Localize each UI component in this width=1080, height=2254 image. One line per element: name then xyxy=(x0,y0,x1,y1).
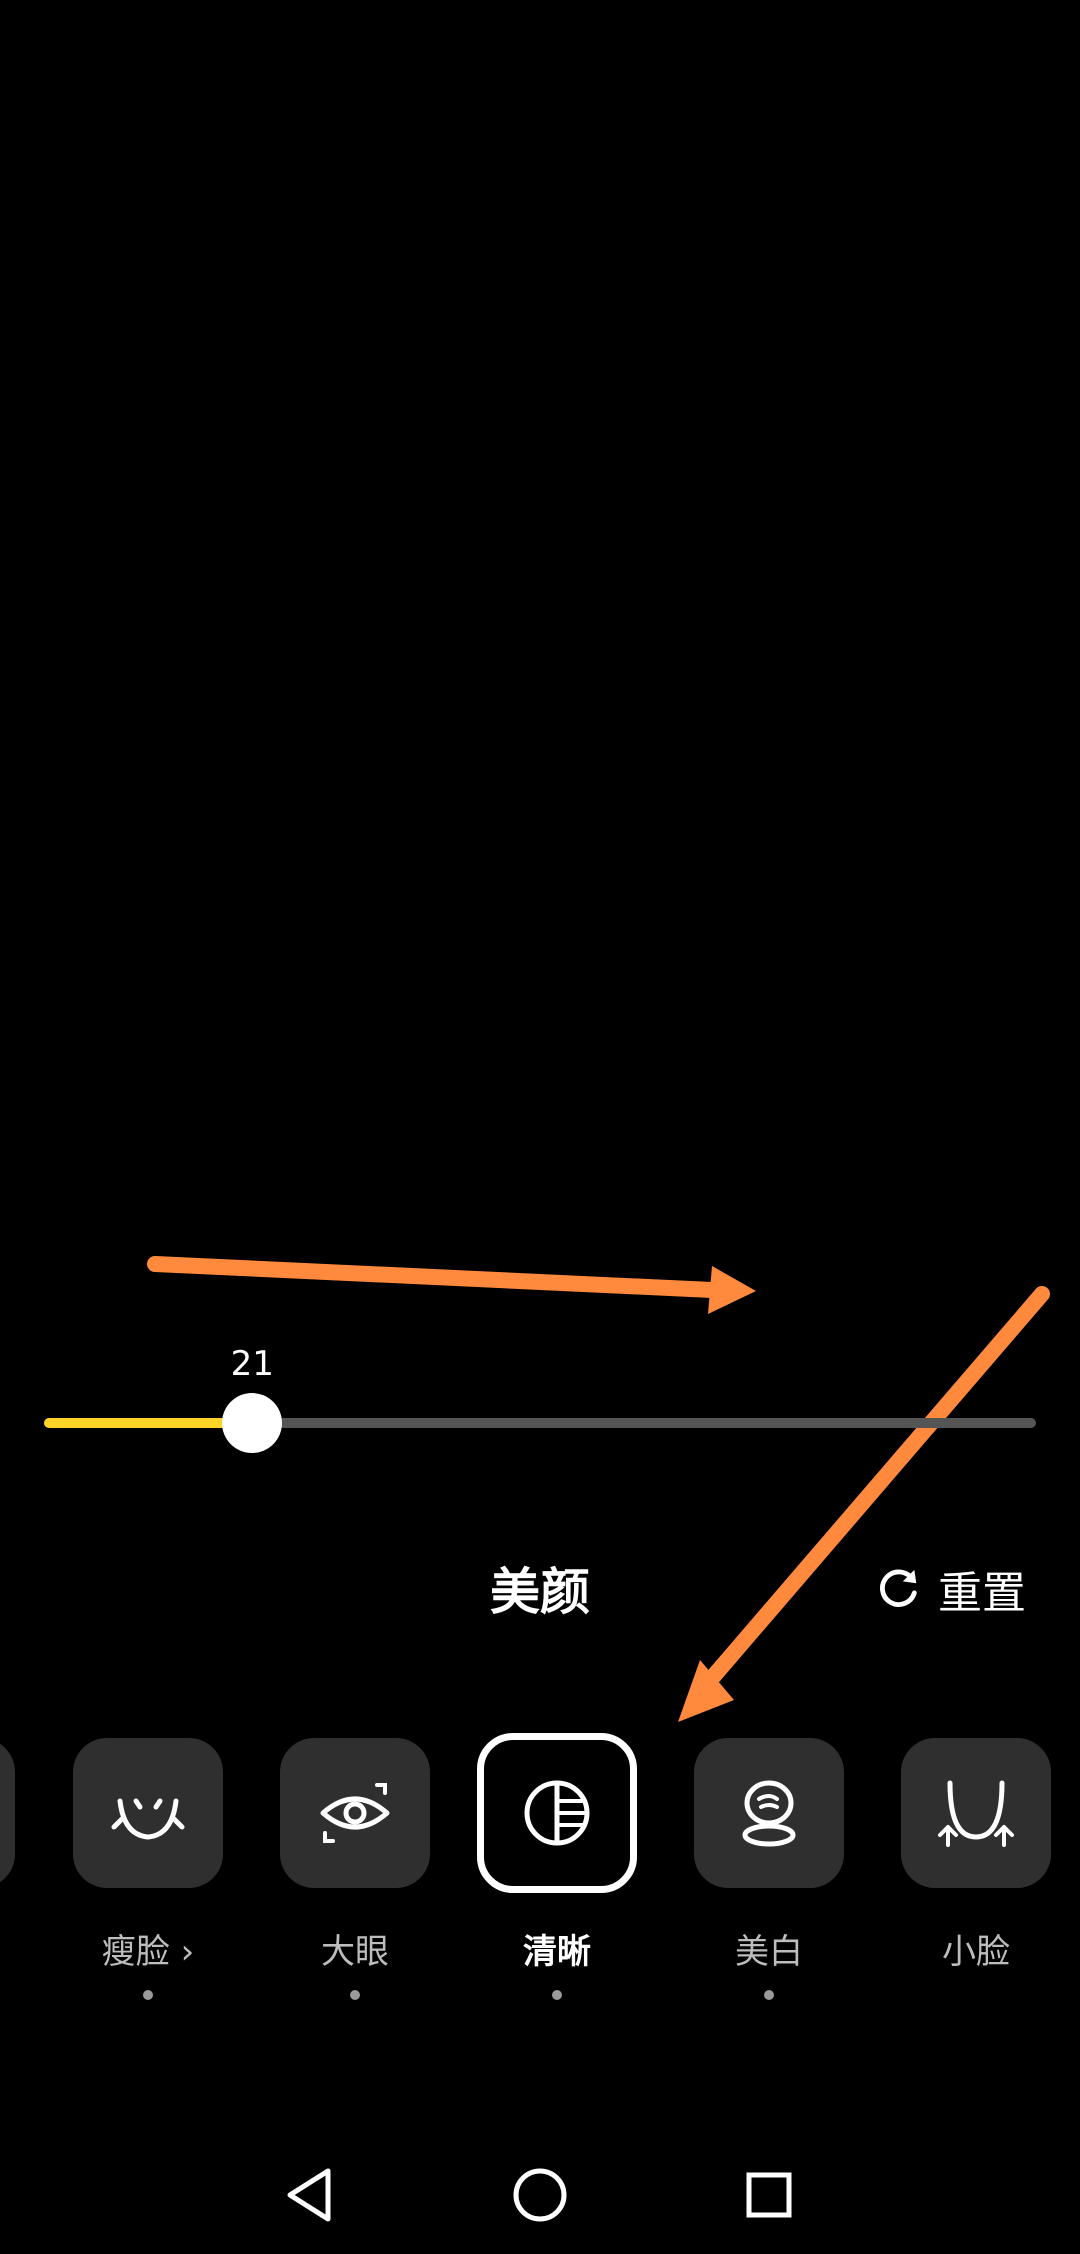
feature-label: 大眼 xyxy=(321,1932,389,1972)
feature-slim-face[interactable]: 瘦脸 › xyxy=(73,1738,223,2000)
feature-indicator-dot xyxy=(552,1990,562,2000)
intensity-slider-track[interactable] xyxy=(44,1418,1036,1428)
intensity-slider-fill xyxy=(44,1418,253,1428)
nav-home-button[interactable] xyxy=(505,2160,575,2230)
intensity-slider-thumb[interactable] xyxy=(222,1393,283,1453)
feature-indicator-dot xyxy=(764,1990,774,2000)
panel-title: 美颜 xyxy=(490,1563,590,1621)
reset-button[interactable]: 重置 xyxy=(876,1556,1066,1622)
feature-small-face[interactable]: 小脸 xyxy=(901,1738,1051,1972)
feature-label: 瘦脸 › xyxy=(101,1932,195,1972)
feature-label: 清晰 xyxy=(523,1932,591,1972)
feature-tile[interactable] xyxy=(280,1738,430,1888)
refresh-icon xyxy=(880,1569,917,1607)
feature-big-eye[interactable]: 大眼 xyxy=(280,1738,430,2000)
feature-tile[interactable] xyxy=(901,1738,1051,1888)
partial-feature-tile[interactable] xyxy=(0,1738,15,1888)
feature-tile-selected[interactable] xyxy=(477,1733,637,1893)
feature-label: 小脸 xyxy=(942,1932,1010,1972)
nav-recents-button[interactable] xyxy=(734,2160,804,2230)
reset-label: 重置 xyxy=(938,1568,1026,1619)
feature-tile[interactable] xyxy=(694,1738,844,1888)
feature-tile[interactable] xyxy=(73,1738,223,1888)
recents-square-icon xyxy=(746,2172,792,2218)
nav-back-button[interactable] xyxy=(275,2160,345,2230)
feature-sharpness[interactable]: 清晰 xyxy=(477,1733,637,2000)
feature-whitening[interactable]: 美白 xyxy=(694,1738,844,2000)
feature-indicator-dot xyxy=(143,1990,153,2000)
back-triangle-icon xyxy=(287,2168,331,2222)
sharpness-icon xyxy=(524,1780,590,1846)
whitening-icon xyxy=(742,1780,796,1847)
feature-label: 美白 xyxy=(735,1932,803,1972)
annotation-arrow-horizontal xyxy=(147,1256,756,1314)
home-circle-icon xyxy=(513,2168,567,2222)
slim-face-icon xyxy=(111,1798,185,1840)
slider-value-label: 21 xyxy=(230,1344,274,1384)
small-face-icon xyxy=(938,1780,1014,1847)
feature-indicator-dot xyxy=(350,1990,360,2000)
annotation-arrow-diagonal xyxy=(678,1286,1050,1722)
big-eye-icon xyxy=(320,1783,390,1843)
